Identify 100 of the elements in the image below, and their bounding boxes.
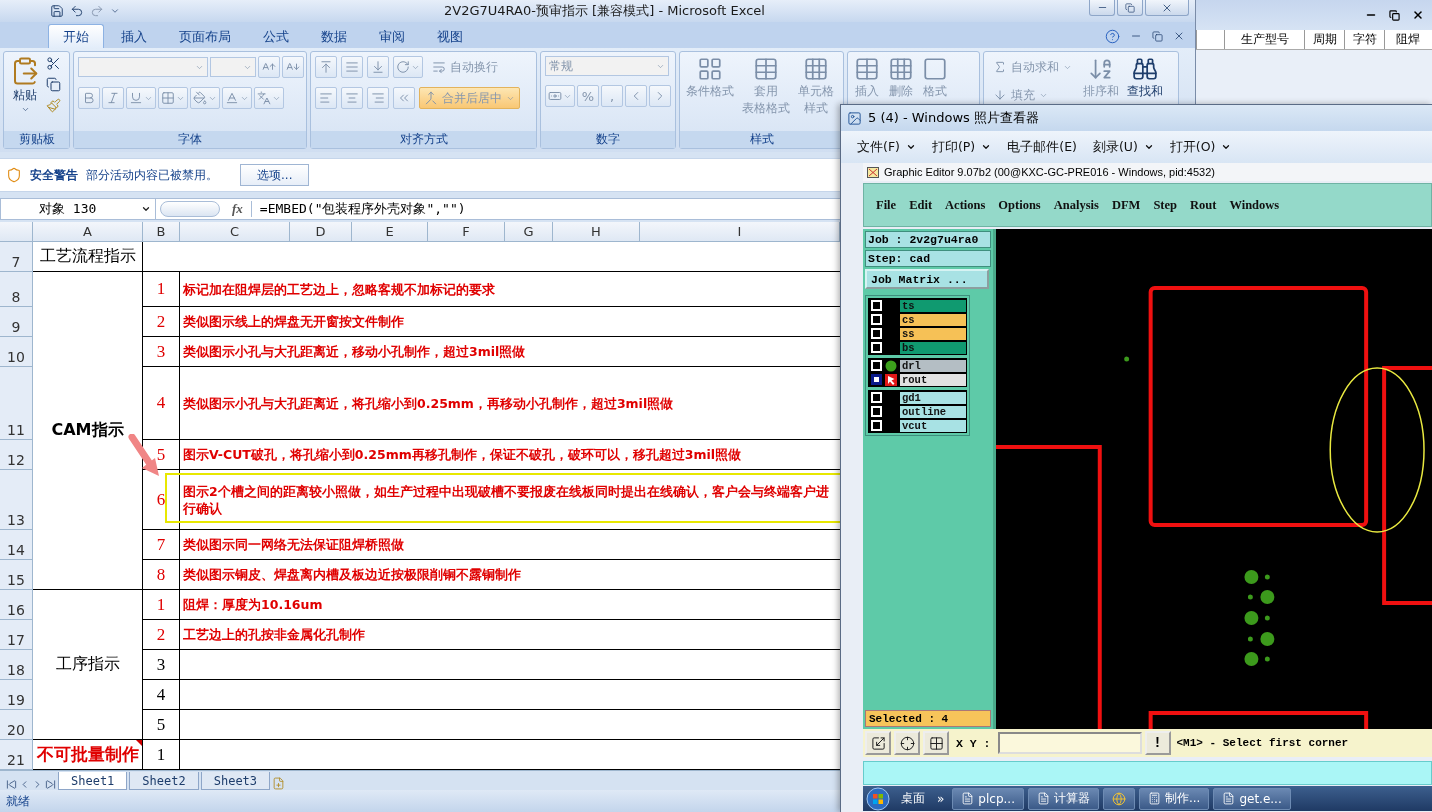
start-button[interactable] — [863, 786, 893, 811]
column-header[interactable]: E — [352, 222, 428, 241]
caret-icon — [1221, 142, 1232, 152]
alert-button[interactable]: ! — [1144, 731, 1171, 755]
menu-item[interactable]: Windows — [1229, 197, 1280, 213]
status-text: 就绪 — [6, 792, 30, 810]
instruction-text: 类似图示小孔与大孔距离近，移动小孔制作，超过3mil照做 — [183, 343, 526, 360]
layer-name[interactable]: cs — [900, 313, 966, 326]
column-header[interactable]: F — [428, 222, 505, 241]
column-header[interactable]: C — [180, 222, 290, 241]
group-label: 数字 — [541, 131, 675, 148]
sheet-tab[interactable]: Sheet2 — [129, 772, 199, 790]
row-number[interactable]: 17 — [0, 620, 33, 650]
row-number[interactable]: 12 — [0, 440, 33, 470]
xy-input-field[interactable] — [997, 732, 1142, 754]
column-header[interactable]: 阻焊 — [1384, 30, 1431, 49]
item-number: 7 — [143, 530, 180, 560]
menu-item[interactable]: 刻录(U) — [1092, 138, 1154, 156]
row-number[interactable]: 9 — [0, 307, 33, 337]
align-top-icon — [319, 60, 333, 74]
grid-button[interactable] — [923, 731, 949, 755]
layer-name[interactable]: ts — [900, 299, 966, 312]
row-number[interactable]: 19 — [0, 680, 33, 710]
layer-name[interactable]: gd1 — [900, 391, 966, 404]
row-number[interactable]: 18 — [0, 650, 33, 680]
minimize-button[interactable] — [1089, 0, 1115, 16]
border-icon — [161, 91, 175, 105]
row-number[interactable]: 16 — [0, 590, 33, 620]
measure-button[interactable] — [894, 731, 920, 755]
column-header[interactable]: G — [505, 222, 553, 241]
insert-sheet-icon — [272, 777, 286, 790]
close-button[interactable] — [1145, 0, 1189, 16]
menu-item[interactable]: Rout — [1190, 197, 1217, 213]
layer-name[interactable]: vcut — [900, 419, 966, 432]
column-header[interactable]: B — [143, 222, 180, 241]
save-icon — [50, 4, 64, 18]
row-number[interactable]: 8 — [0, 272, 33, 307]
row-number[interactable]: 14 — [0, 530, 33, 560]
layer-name[interactable]: outline — [900, 405, 966, 418]
caret-icon — [20, 105, 30, 114]
column-header[interactable]: D — [290, 222, 352, 241]
ribbon-tab[interactable]: 插入 — [106, 24, 162, 48]
column-header[interactable]: 生产型号 — [1224, 30, 1304, 49]
layer-name[interactable]: rout — [900, 373, 966, 386]
taskbar-button[interactable]: plcp... — [952, 787, 1024, 810]
ribbon-tab[interactable]: 公式 — [248, 24, 304, 48]
item-number: 8 — [143, 560, 180, 590]
sheet-tab[interactable]: Sheet1 — [58, 772, 128, 790]
caret-icon — [981, 142, 992, 152]
menu-item[interactable]: 电子邮件(E) — [1007, 138, 1077, 156]
photo-viewer-icon — [847, 110, 862, 126]
layer-name[interactable]: ss — [900, 327, 966, 340]
taskbar-label[interactable]: 桌面 — [897, 790, 929, 807]
menu-item[interactable]: 打开(O) — [1169, 138, 1232, 156]
column-header[interactable]: 周期 — [1304, 30, 1344, 49]
wrap-text-icon — [432, 60, 446, 74]
ribbon-tab[interactable]: 审阅 — [364, 24, 420, 48]
row-number[interactable]: 13 — [0, 470, 33, 530]
merge-icon — [424, 91, 438, 105]
menu-item[interactable]: 文件(F) — [857, 138, 916, 156]
taskbar-button[interactable]: get.e... — [1213, 787, 1291, 810]
instruction-text: 类似图示小孔与大孔距离近，将孔缩小到0.25mm，再移动小孔制作，超过3mil照做 — [183, 394, 674, 412]
taskbar-button[interactable]: 制作... — [1138, 787, 1210, 810]
ribbon-tab[interactable]: 开始 — [48, 24, 104, 48]
taskbar-button[interactable]: 计算器 — [1027, 787, 1099, 810]
instruction-text: 类似图示同一网络无法保证阻焊桥照做 — [183, 536, 404, 553]
layer-name[interactable]: drl — [900, 359, 966, 372]
column-header[interactable]: A — [33, 222, 143, 241]
row-number[interactable]: 10 — [0, 337, 33, 367]
row-number[interactable]: 11 — [0, 367, 33, 440]
restore-icon — [1389, 9, 1400, 21]
job-matrix-button[interactable]: Job Matrix ... — [865, 269, 989, 289]
currency-icon — [548, 89, 562, 103]
item-number: 3 — [143, 337, 180, 367]
group-label: 对齐方式 — [311, 131, 536, 148]
first-sheet-icon — [6, 779, 17, 790]
row-number[interactable]: 7 — [0, 242, 33, 272]
sheet-tab[interactable]: Sheet3 — [200, 772, 271, 790]
layer-name[interactable]: bs — [900, 341, 966, 354]
ribbon-tab[interactable]: 视图 — [422, 24, 478, 48]
layer-checkbox[interactable] — [871, 374, 882, 385]
column-header[interactable]: 字符 — [1344, 30, 1384, 49]
row-number[interactable]: 20 — [0, 710, 33, 740]
italic-icon — [106, 91, 120, 105]
menu-item[interactable]: 打印(P) — [931, 138, 992, 156]
zoom-fit-button[interactable] — [865, 731, 891, 755]
restore-button[interactable] — [1117, 0, 1143, 16]
taskbar-button[interactable] — [1102, 787, 1135, 810]
last-sheet-icon — [45, 779, 56, 790]
number-format-value: 常规 — [549, 57, 573, 75]
ribbon-tab[interactable]: 数据 — [306, 24, 362, 48]
column-header[interactable]: H — [553, 222, 640, 241]
options-button[interactable]: 选项... — [240, 164, 310, 186]
window-title: 2V2G7U4RA0-预审指示 [兼容模式] - Microsoft Excel — [443, 2, 766, 20]
row-number[interactable]: 21 — [0, 740, 33, 770]
caret-icon — [905, 142, 916, 152]
app-icon — [1222, 792, 1236, 805]
ribbon-tab[interactable]: 页面布局 — [164, 24, 246, 48]
row-number[interactable]: 15 — [0, 560, 33, 590]
taskbar-label[interactable]: » — [933, 791, 949, 806]
